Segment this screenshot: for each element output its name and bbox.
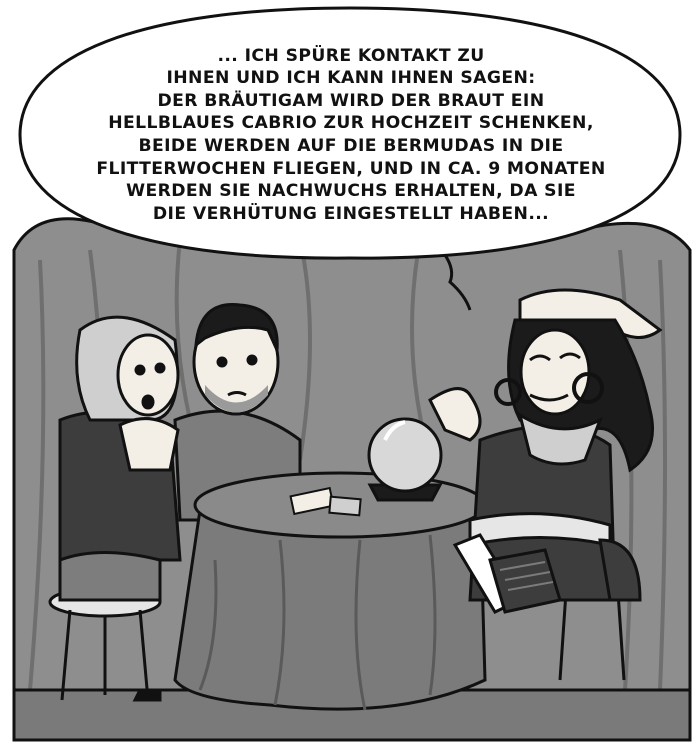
comic-panel [0,0,700,750]
crystal-ball [367,417,443,502]
comic-illustration [0,0,700,750]
